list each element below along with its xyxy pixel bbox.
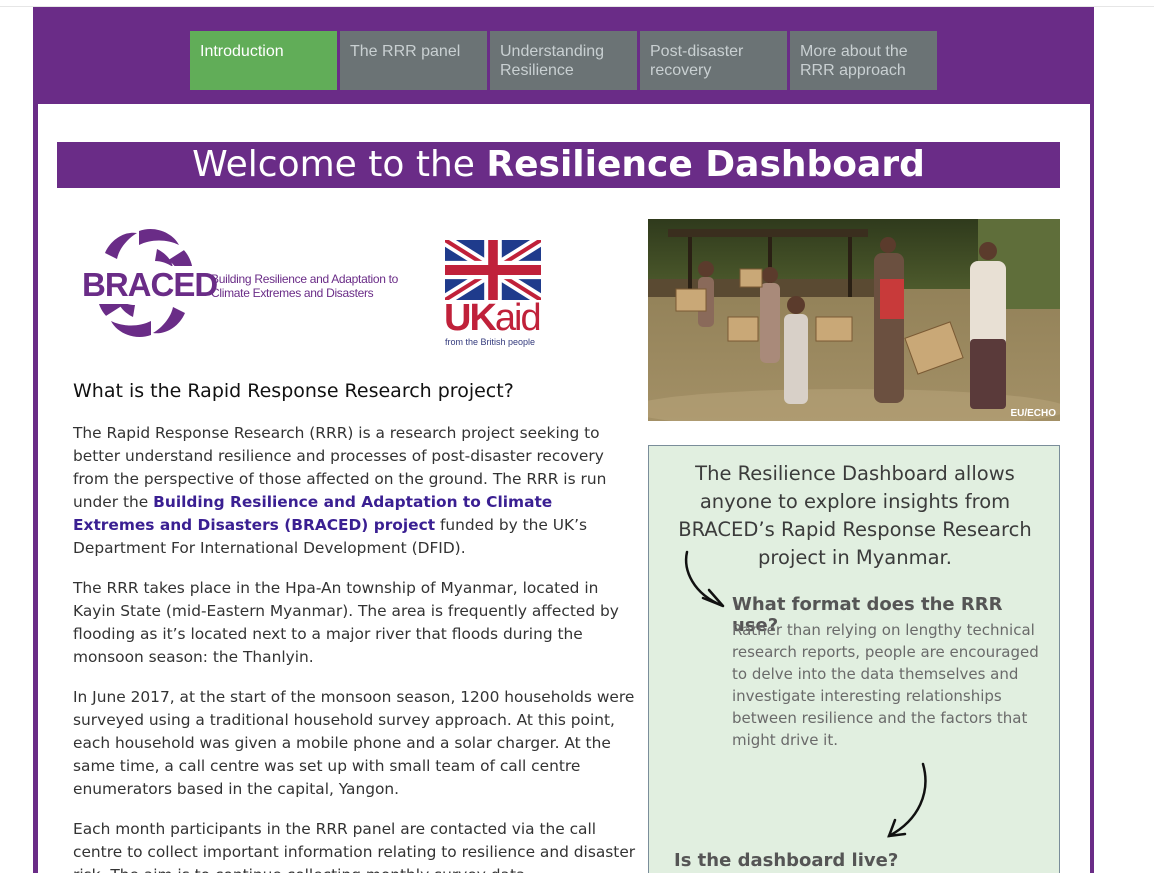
info-box: The Resilience Dashboard allows anyone t… (648, 445, 1060, 873)
article-paragraph-1: The Rapid Response Research (RRR) is a r… (73, 422, 638, 560)
article-paragraph-3: In June 2017, at the start of the monsoo… (73, 688, 635, 798)
ukaid-subtitle: from the British people (445, 337, 536, 347)
tab-post-disaster-recovery[interactable]: Post-disaster recovery (640, 31, 787, 90)
faq-answer-format: Rather than relying on lengthy technical… (732, 621, 1039, 749)
tab-more-about-rrr[interactable]: More about the RRR approach (790, 31, 937, 90)
hero-photo: EU/ECHO (648, 219, 1060, 421)
article-paragraph-4: Each month participants in the RRR panel… (73, 820, 636, 873)
tab-understanding-resilience[interactable]: Understanding Resilience (490, 31, 637, 90)
ukaid-uk: UK (444, 297, 497, 339)
ukaid-wordmark: UKaid (444, 297, 542, 339)
article-heading: What is the Rapid Response Research proj… (73, 380, 514, 402)
braced-tagline: Building Resilience and Adaptation to Cl… (211, 272, 399, 300)
photo-credit: EU/ECHO (1010, 408, 1056, 419)
braced-logo: BRACED Building Resilience and Adaptatio… (80, 226, 400, 346)
page-title: Welcome to the Resilience Dashboard (57, 142, 1060, 188)
curved-arrow-icon (684, 550, 725, 608)
faq-question-live: Is the dashboard live? (674, 850, 899, 871)
flood-photo-image (648, 219, 1060, 421)
ukaid-logo: UKaid from the British people (443, 240, 543, 350)
curved-arrow-icon-2 (887, 762, 927, 838)
union-jack-icon (445, 240, 541, 300)
page-title-prefix: Welcome to the (192, 144, 487, 185)
page-title-strong: Resilience Dashboard (486, 144, 925, 185)
article: What is the Rapid Response Research proj… (73, 378, 638, 873)
tab-introduction[interactable]: Introduction (190, 31, 337, 90)
article-paragraph-2: The RRR takes place in the Hpa-An townsh… (73, 579, 619, 666)
tab-rrr-panel[interactable]: The RRR panel (340, 31, 487, 90)
ukaid-aid: aid (494, 297, 542, 339)
braced-wordmark: BRACED (80, 266, 220, 304)
